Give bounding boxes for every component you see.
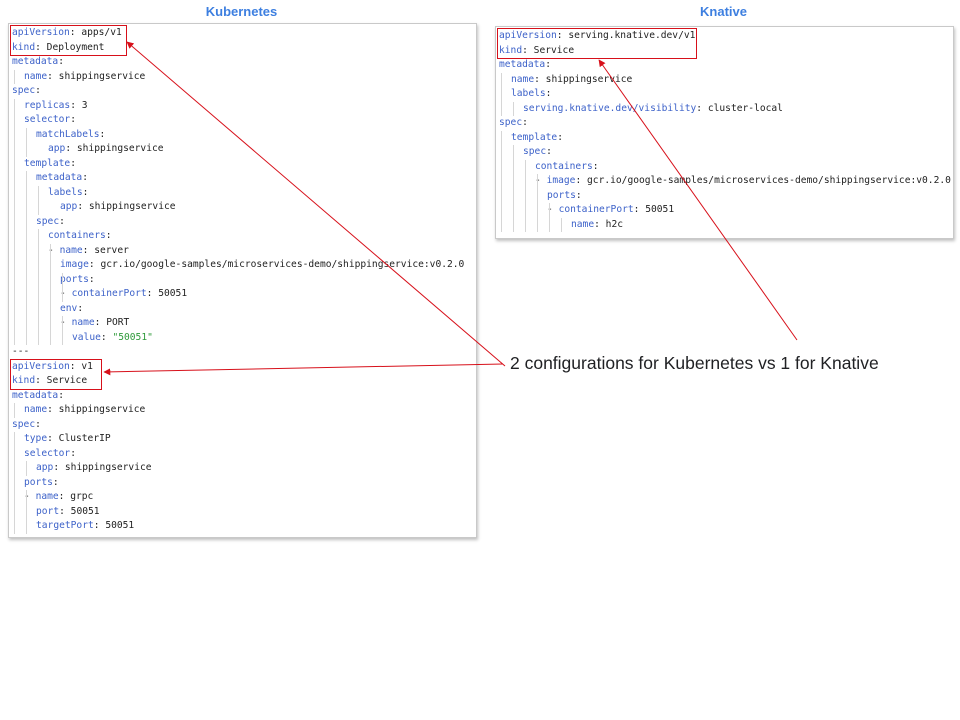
arrow-to-knative-service [598, 59, 798, 341]
arrow-to-k8s-deployment [126, 41, 506, 367]
callout-arrows [103, 41, 798, 376]
arrow-to-k8s-service [103, 363, 504, 376]
